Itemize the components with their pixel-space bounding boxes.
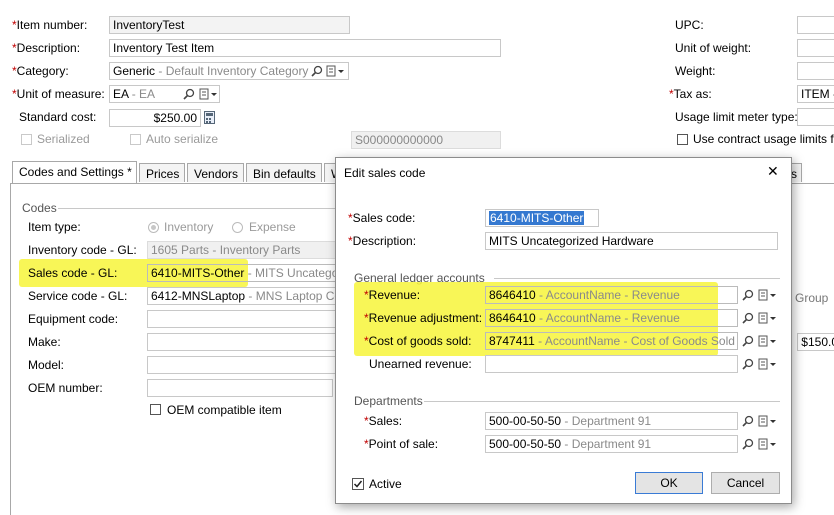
cancel-button[interactable]: Cancel xyxy=(711,472,780,494)
checkmark-icon xyxy=(353,480,363,488)
make-field[interactable] xyxy=(147,333,337,351)
use-contract-usage-limits-label: Use contract usage limits fo xyxy=(693,132,834,146)
active-checkbox[interactable] xyxy=(352,478,364,490)
tab-vendors[interactable]: Vendors xyxy=(187,163,244,182)
dialog-sales-code-field[interactable]: 6410-MITS-Other xyxy=(485,209,599,227)
cogs-field[interactable]: 8747411 - AccountName - Cost of Goods So… xyxy=(485,332,738,350)
item-type-expense-label: Expense xyxy=(249,220,296,234)
lookup-dropdown-icon[interactable] xyxy=(758,335,778,347)
item-number-label: *Item number: xyxy=(12,18,88,32)
codes-section-label: Codes xyxy=(22,201,57,215)
sales-dept-label: *Sales: xyxy=(364,414,403,428)
revenue-adjustment-field[interactable]: 8646410 - AccountName - Revenue xyxy=(485,309,738,327)
item-number-field[interactable]: InventoryTest xyxy=(109,16,350,34)
tab-bin-defaults[interactable]: Bin defaults xyxy=(246,163,322,182)
service-code-gl-label: Service code - GL: xyxy=(28,289,128,303)
ok-button[interactable]: OK xyxy=(635,472,703,494)
make-label: Make: xyxy=(28,335,61,349)
lookup-dropdown-icon[interactable] xyxy=(758,415,778,427)
weight-field[interactable] xyxy=(797,62,834,80)
auto-serialize-checkbox[interactable] xyxy=(130,134,141,145)
model-field[interactable] xyxy=(147,356,337,374)
tax-as-label: *Tax as: xyxy=(669,87,712,101)
equipment-code-field[interactable] xyxy=(147,310,337,328)
dialog-description-label: *Description: xyxy=(348,234,417,248)
revenue-adjustment-label: *Revenue adjustment: xyxy=(364,311,483,325)
lookup-dropdown-icon[interactable] xyxy=(758,438,778,450)
cogs-label: *Cost of goods sold: xyxy=(364,334,472,348)
oem-number-field[interactable] xyxy=(147,379,333,397)
item-type-inventory-label: Inventory xyxy=(164,220,214,234)
search-icon[interactable] xyxy=(742,438,754,450)
standard-cost-field[interactable]: $250.00 xyxy=(109,109,201,127)
oem-compatible-checkbox[interactable] xyxy=(150,404,161,415)
revenue-label: *Revenue: xyxy=(364,288,421,302)
search-icon[interactable] xyxy=(183,88,195,100)
use-contract-usage-limits-checkbox[interactable] xyxy=(677,134,688,145)
item-type-inventory-radio[interactable] xyxy=(148,222,159,233)
dialog-title: Edit sales code xyxy=(344,166,426,180)
serial-mask-field: S000000000000 xyxy=(351,131,501,149)
pos-dept-label: *Point of sale: xyxy=(364,437,439,451)
description-label: *Description: xyxy=(12,41,81,55)
standard-cost-label: Standard cost: xyxy=(19,110,97,124)
tab-codes-and-settings[interactable]: Codes and Settings * xyxy=(12,161,137,183)
oem-number-label: OEM number: xyxy=(28,381,103,395)
unit-of-weight-label: Unit of weight: xyxy=(675,41,752,55)
search-icon[interactable] xyxy=(311,65,323,77)
search-icon[interactable] xyxy=(742,312,754,324)
close-icon[interactable]: ✕ xyxy=(767,163,779,180)
category-label: *Category: xyxy=(12,64,69,78)
departments-divider xyxy=(424,401,780,402)
tab-panel-left-border xyxy=(10,183,11,515)
inventory-code-gl-label: Inventory code - GL: xyxy=(28,243,137,257)
search-icon[interactable] xyxy=(742,415,754,427)
usage-limit-meter-type-label: Usage limit meter type: xyxy=(675,110,798,124)
tax-as-field[interactable]: ITEM - S xyxy=(797,85,834,103)
usage-limit-meter-type-field[interactable] xyxy=(797,108,834,126)
inventory-code-gl-field: 1605 Parts - Inventory Parts xyxy=(147,241,337,259)
unit-of-measure-label: *Unit of measure: xyxy=(12,87,105,101)
weight-label: Weight: xyxy=(675,64,716,78)
equipment-code-label: Equipment code: xyxy=(28,312,119,326)
unearned-revenue-field[interactable] xyxy=(485,355,738,373)
departments-section-label: Departments xyxy=(354,394,423,408)
oem-compatible-label: OEM compatible item xyxy=(167,403,282,417)
item-type-expense-radio[interactable] xyxy=(232,222,243,233)
group-partial-label: Group xyxy=(795,291,829,305)
service-code-gl-field[interactable]: 6412-MNSLaptop - MNS Laptop Comput xyxy=(147,287,337,305)
tab-prices[interactable]: Prices xyxy=(139,163,185,182)
revenue-field[interactable]: 8646410 - AccountName - Revenue xyxy=(485,286,738,304)
search-icon[interactable] xyxy=(742,335,754,347)
dialog-sales-code-label: *Sales code: xyxy=(348,211,416,225)
lookup-dropdown-icon[interactable] xyxy=(758,358,778,370)
gl-accounts-divider xyxy=(494,278,780,279)
upc-label: UPC: xyxy=(675,18,704,32)
edit-sales-code-dialog: Edit sales code ✕ *Sales code: 6410-MITS… xyxy=(335,157,792,504)
search-icon[interactable] xyxy=(742,358,754,370)
upc-field[interactable] xyxy=(797,16,834,34)
serialized-label: Serialized xyxy=(37,132,90,146)
codes-section-divider xyxy=(58,208,338,209)
sales-code-gl-label: Sales code - GL: xyxy=(28,266,118,280)
lookup-dropdown-icon[interactable] xyxy=(758,289,778,301)
sales-dept-field[interactable]: 500-00-50-50 - Department 91 xyxy=(485,412,738,430)
active-label: Active xyxy=(369,477,402,491)
unearned-revenue-label: Unearned revenue: xyxy=(369,357,472,371)
serialized-checkbox[interactable] xyxy=(21,134,32,145)
price-partial-field[interactable]: $150.0 xyxy=(797,333,834,351)
lookup-dropdown-icon[interactable] xyxy=(199,88,219,100)
description-field[interactable]: Inventory Test Item xyxy=(109,39,501,57)
lookup-dropdown-icon[interactable] xyxy=(326,65,346,77)
unit-of-weight-field[interactable] xyxy=(797,39,834,57)
model-label: Model: xyxy=(28,358,65,372)
auto-serialize-label: Auto serialize xyxy=(146,132,219,146)
dialog-description-field[interactable]: MITS Uncategorized Hardware xyxy=(485,232,778,250)
item-type-label: Item type: xyxy=(28,220,81,234)
calculator-icon[interactable] xyxy=(204,111,216,124)
sales-code-gl-field[interactable]: 6410-MITS-Other - MITS Uncategorized xyxy=(147,264,337,282)
lookup-dropdown-icon[interactable] xyxy=(758,312,778,324)
search-icon[interactable] xyxy=(742,289,754,301)
pos-dept-field[interactable]: 500-00-50-50 - Department 91 xyxy=(485,435,738,453)
